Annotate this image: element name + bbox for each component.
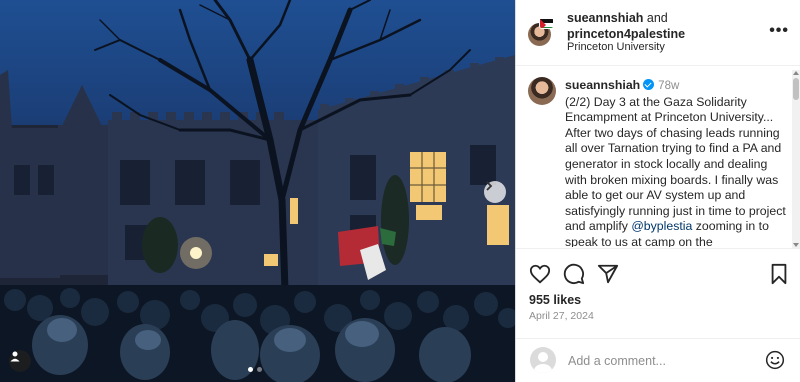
bookmark-icon [771, 263, 787, 285]
caption-timestamp[interactable]: 78w [658, 80, 679, 92]
encampment-night-scene [0, 0, 515, 382]
chevron-right-icon [486, 181, 493, 191]
post-caption: sueannshiah 78w (2/2) Day 3 at the Gaza S… [516, 67, 800, 247]
carousel-dot [257, 367, 262, 372]
post-details-panel: sueannshiah and princeton4palestine Prin… [515, 0, 800, 382]
caption-mention-link[interactable]: @byplestia [631, 219, 692, 233]
comment-bubble-icon [563, 263, 585, 285]
post-header: sueannshiah and princeton4palestine Prin… [516, 0, 800, 66]
share-button[interactable] [597, 263, 619, 285]
flag-icon [540, 19, 553, 28]
caption-text: sueannshiah 78w (2/2) Day 3 at the Gaza S… [565, 78, 787, 247]
header-username-2[interactable]: princeton4palestine [567, 27, 685, 41]
save-button[interactable] [768, 263, 790, 285]
collaborator-avatar[interactable] [539, 17, 554, 29]
comment-bar [516, 338, 800, 382]
post-actions: 955 likes April 27, 2024 [516, 248, 800, 338]
smiley-icon [765, 350, 785, 370]
more-options-button[interactable]: ••• [769, 22, 789, 40]
carousel-dot-active [248, 367, 253, 372]
verified-badge-icon [643, 79, 655, 90]
default-avatar-icon [534, 352, 552, 373]
comment-input[interactable] [568, 352, 748, 370]
location-link[interactable]: Princeton University [567, 41, 665, 53]
heart-icon [529, 264, 551, 284]
scroll-down-arrow-icon[interactable] [793, 243, 799, 247]
post-photo[interactable] [0, 0, 515, 382]
paper-plane-icon [597, 264, 619, 284]
caption-scrollbar[interactable] [792, 70, 800, 248]
scroll-up-arrow-icon[interactable] [793, 71, 799, 75]
person-icon [10, 351, 20, 362]
avatar[interactable] [528, 77, 556, 105]
header-joiner: and [646, 11, 668, 25]
avatar [530, 347, 556, 373]
carousel-indicator [248, 367, 262, 372]
likes-count[interactable]: 955 likes [529, 293, 581, 307]
emoji-button[interactable] [765, 350, 785, 370]
like-button[interactable] [529, 263, 551, 285]
tagged-people-button[interactable] [9, 350, 31, 372]
caption-username[interactable]: sueannshiah [565, 78, 640, 92]
header-username-1[interactable]: sueannshiah [567, 11, 643, 25]
post-date[interactable]: April 27, 2024 [529, 310, 594, 322]
caption-body: (2/2) Day 3 at the Gaza Solidarity Encam… [565, 94, 786, 234]
scrollbar-thumb[interactable] [793, 78, 799, 100]
comment-button[interactable] [563, 263, 585, 285]
header-usernames: sueannshiah and princeton4palestine [567, 10, 685, 42]
carousel-next-button[interactable] [484, 181, 506, 203]
